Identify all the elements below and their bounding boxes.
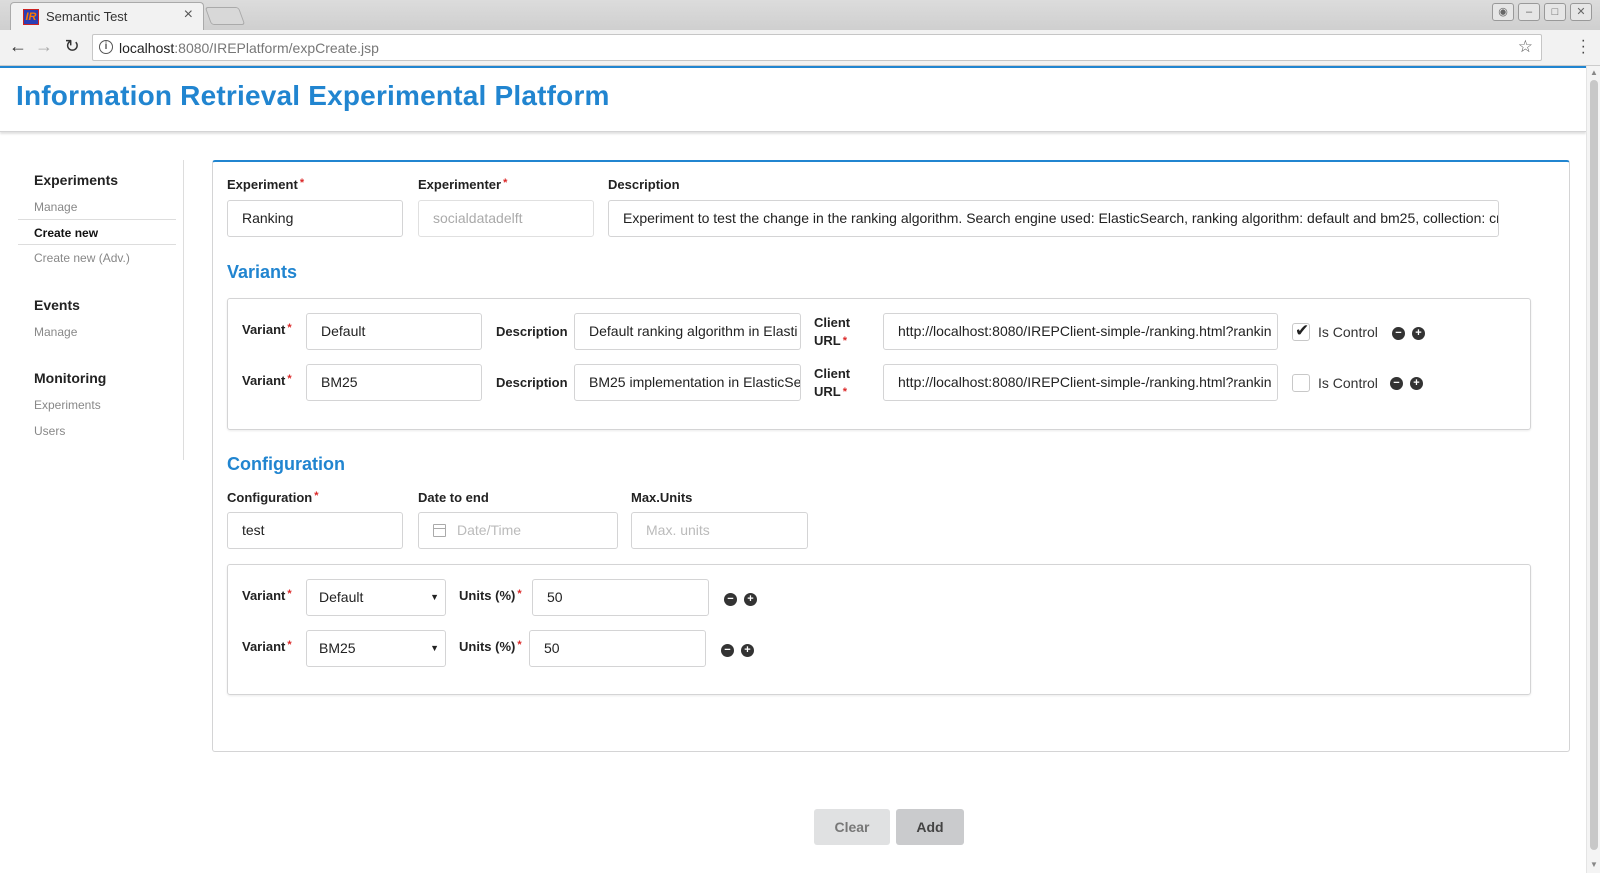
sidebar-item-monitoring-experiments[interactable]: Experiments: [34, 398, 101, 412]
profile-icon[interactable]: ◉: [1492, 3, 1514, 21]
dropdown-arrow-icon: ▼: [430, 643, 439, 653]
experimenter-label: Experimenter *: [418, 177, 508, 192]
is-control-checkbox[interactable]: [1292, 374, 1310, 392]
is-control-label: Is Control: [1318, 375, 1378, 391]
remove-unit-row-icon[interactable]: −: [721, 644, 734, 657]
sidebar-item-manage-events[interactable]: Manage: [34, 325, 77, 339]
address-bar[interactable]: i localhost:8080/IREPlatform/expCreate.j…: [92, 34, 1542, 61]
units-input[interactable]: 50: [532, 579, 709, 616]
variant-description-label: Description: [496, 375, 568, 390]
browser-menu-icon[interactable]: · · ·: [1581, 33, 1586, 61]
browser-tab[interactable]: IR Semantic Test ×: [10, 2, 204, 30]
add-button[interactable]: Add: [896, 809, 964, 845]
client-url-input[interactable]: http://localhost:8080/IREPClient-simple-…: [883, 364, 1278, 401]
variant-name-input[interactable]: Default: [306, 313, 482, 350]
experiment-form: Experiment * Ranking Experimenter * social…: [212, 160, 1570, 752]
remove-variant-icon[interactable]: −: [1390, 377, 1403, 390]
max-units-label: Max.Units: [631, 490, 693, 505]
add-unit-row-icon[interactable]: +: [744, 593, 757, 606]
reload-icon[interactable]: ↻: [60, 36, 84, 57]
add-variant-icon[interactable]: +: [1412, 327, 1425, 340]
remove-variant-icon[interactable]: −: [1392, 327, 1405, 340]
checkmark-icon: ✔: [1295, 321, 1310, 340]
units-label: Units (%) *: [459, 588, 522, 603]
units-segment: Variant * Default ▼ Units (%) * 50 − + Var…: [227, 564, 1531, 695]
variant-description-input[interactable]: BM25 implementation in ElasticSe: [574, 364, 801, 401]
is-control-label: Is Control: [1318, 324, 1378, 340]
back-arrow-icon[interactable]: ←: [6, 36, 30, 57]
date-to-end-input[interactable]: Date/Time: [418, 512, 618, 549]
browser-toolbar: ← → ↻ i localhost:8080/IREPlatform/expCr…: [0, 30, 1600, 66]
client-url-label: Client URL *: [814, 366, 851, 399]
dropdown-arrow-icon: ▼: [430, 592, 439, 602]
sidebar-item-manage-experiments[interactable]: Manage: [34, 200, 77, 214]
url-text: localhost:8080/IREPlatform/expCreate.jsp: [119, 40, 379, 56]
units-variant-label: Variant *: [242, 588, 292, 603]
units-label: Units (%) *: [459, 639, 522, 654]
page-scrollbar[interactable]: ▲ ▼: [1586, 66, 1600, 873]
configuration-section-title: Configuration: [227, 454, 345, 474]
app-favicon-icon: IR: [23, 9, 39, 25]
add-variant-icon[interactable]: +: [1410, 377, 1423, 390]
clear-button[interactable]: Clear: [814, 809, 890, 845]
window-controls: ◉ – □ ✕: [1492, 3, 1592, 21]
sidebar-head-experiments: Experiments: [34, 172, 119, 188]
scroll-up-icon[interactable]: ▲: [1590, 68, 1598, 77]
tab-close-icon[interactable]: ×: [184, 6, 193, 24]
sidebar-item-create-new[interactable]: Create new: [18, 219, 176, 245]
experimenter-input: socialdatadelft: [418, 200, 594, 237]
bookmark-star-icon[interactable]: ☆: [1518, 37, 1533, 57]
client-url-input[interactable]: http://localhost:8080/IREPClient-simple-…: [883, 313, 1278, 350]
maximize-button[interactable]: □: [1544, 3, 1566, 21]
scroll-down-icon[interactable]: ▼: [1590, 860, 1598, 869]
units-variant-label: Variant *: [242, 639, 292, 654]
forward-arrow-icon[interactable]: →: [32, 36, 56, 57]
experiment-input[interactable]: Ranking: [227, 200, 403, 237]
info-icon[interactable]: i: [99, 40, 113, 54]
experiment-label: Experiment *: [227, 177, 305, 192]
variant-label: Variant *: [242, 322, 292, 337]
sidebar-item-monitoring-users[interactable]: Users: [34, 424, 65, 438]
variant-description-input[interactable]: Default ranking algorithm in Elasti: [574, 313, 801, 350]
add-unit-row-icon[interactable]: +: [741, 644, 754, 657]
description-label: Description: [608, 177, 680, 192]
variant-name-input[interactable]: BM25: [306, 364, 482, 401]
configuration-input[interactable]: test: [227, 512, 403, 549]
browser-tab-bar: IR Semantic Test × ◉ – □ ✕: [0, 0, 1600, 30]
units-variant-select[interactable]: BM25 ▼: [306, 630, 446, 667]
calendar-icon: [433, 524, 446, 537]
page-title: Information Retrieval Experimental Platf…: [16, 80, 610, 111]
remove-unit-row-icon[interactable]: −: [724, 593, 737, 606]
minimize-button[interactable]: –: [1518, 3, 1540, 21]
sidebar-item-create-new-adv[interactable]: Create new (Adv.): [34, 251, 130, 265]
sidebar-head-monitoring: Monitoring: [34, 370, 107, 386]
page-header: Information Retrieval Experimental Platf…: [0, 66, 1586, 132]
client-url-label: Client URL *: [814, 315, 851, 348]
page: Information Retrieval Experimental Platf…: [0, 66, 1586, 873]
units-variant-select[interactable]: Default ▼: [306, 579, 446, 616]
variant-label: Variant *: [242, 373, 292, 388]
description-input[interactable]: Experiment to test the change in the ran…: [608, 200, 1499, 237]
sidebar-head-events: Events: [34, 297, 80, 313]
sidebar: Experiments Manage Create new Create new…: [18, 160, 184, 460]
max-units-input[interactable]: Max. units: [631, 512, 808, 549]
date-to-end-label: Date to end: [418, 490, 489, 505]
units-input[interactable]: 50: [529, 630, 706, 667]
close-window-button[interactable]: ✕: [1570, 3, 1592, 21]
variants-segment: Variant * Default Description Default ran…: [227, 298, 1531, 430]
variant-description-label: Description: [496, 324, 568, 339]
is-control-checkbox[interactable]: ✔: [1292, 321, 1310, 341]
configuration-label: Configuration *: [227, 490, 319, 505]
variants-section-title: Variants: [227, 262, 298, 282]
new-tab-button[interactable]: [204, 7, 246, 25]
scrollbar-thumb[interactable]: [1590, 80, 1598, 850]
tab-title: Semantic Test: [46, 9, 128, 24]
